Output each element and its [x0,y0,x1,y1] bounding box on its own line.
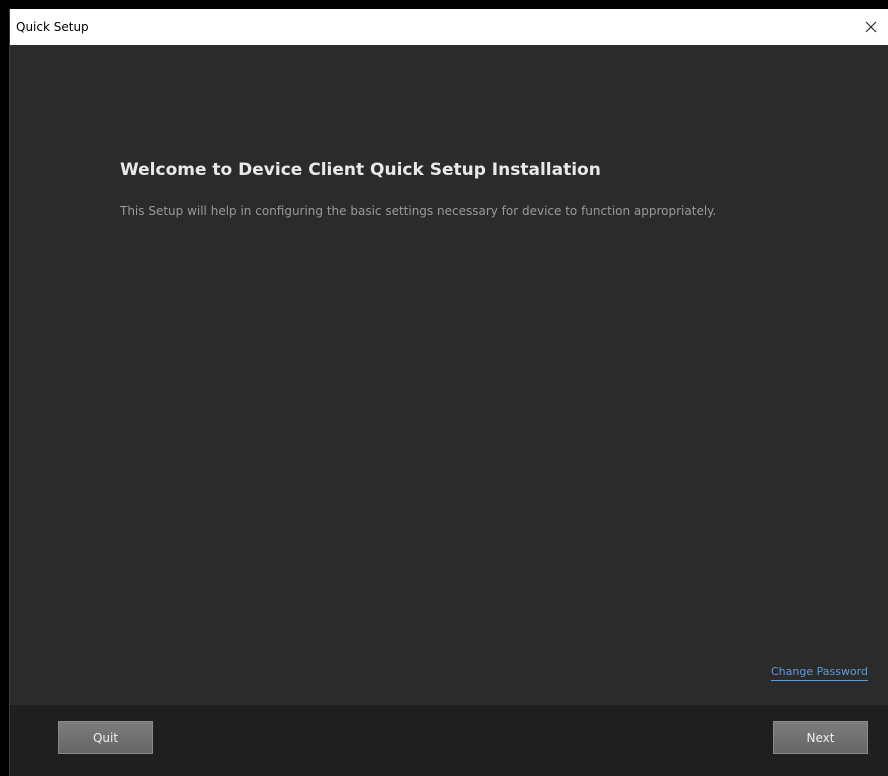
welcome-description: This Setup will help in configuring the … [120,204,717,218]
setup-content: Welcome to Device Client Quick Setup Ins… [10,45,888,705]
quick-setup-window: Quick Setup Welcome to Device Client Qui… [9,9,888,776]
window-title: Quick Setup [16,20,89,34]
welcome-heading: Welcome to Device Client Quick Setup Ins… [120,160,601,180]
title-bar: Quick Setup [10,9,888,45]
close-icon[interactable] [853,9,888,45]
quit-button[interactable]: Quit [58,721,153,754]
footer-bar: Quit Next [10,705,888,776]
next-button[interactable]: Next [773,721,868,754]
change-password-link[interactable]: Change Password [771,665,868,681]
